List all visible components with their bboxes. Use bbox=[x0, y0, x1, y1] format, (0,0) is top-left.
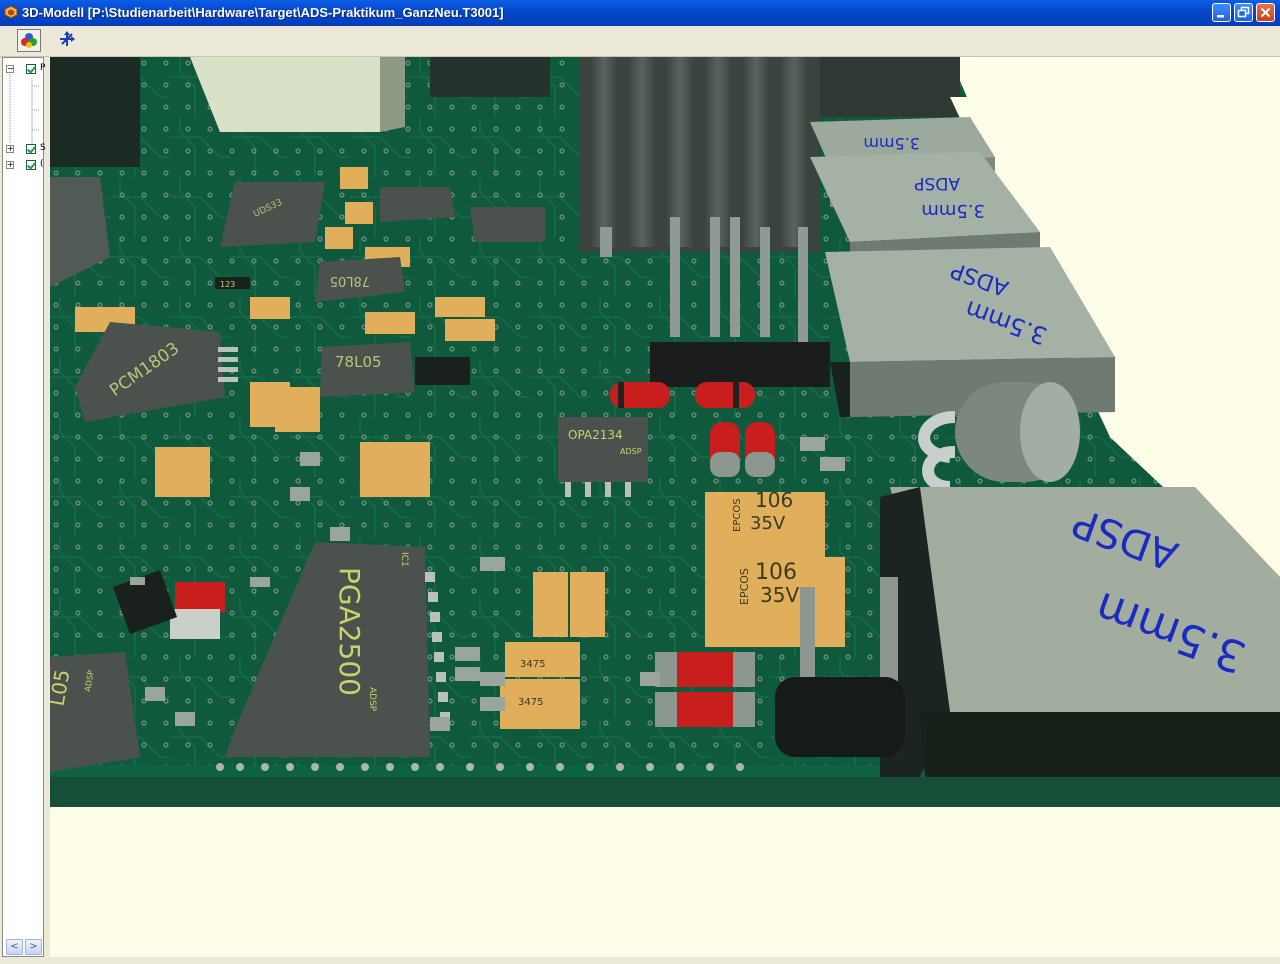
svg-text:PGA2500: PGA2500 bbox=[333, 567, 366, 696]
close-icon bbox=[1260, 7, 1271, 18]
window-title: 3D-Modell [P:\Studienarbeit\Hardware\Tar… bbox=[22, 5, 504, 20]
svg-text:ADSP: ADSP bbox=[914, 173, 960, 193]
pin-header bbox=[650, 342, 830, 387]
svg-text:ADSP: ADSP bbox=[367, 687, 377, 712]
svg-text:EPCOS: EPCOS bbox=[732, 498, 743, 532]
svg-text:78L05: 78L05 bbox=[335, 353, 382, 371]
scroll-left-button[interactable]: < bbox=[6, 939, 23, 955]
horizontal-scrollbar[interactable]: < > bbox=[4, 939, 42, 955]
restore-icon bbox=[1237, 6, 1250, 18]
minimize-icon bbox=[1217, 15, 1224, 18]
3d-viewport[interactable]: 3.5mm ADSP 3.5mm ADSP 3.5mm ADSP 3.5mm U… bbox=[50, 57, 1280, 957]
svg-text:35V: 35V bbox=[750, 513, 786, 534]
axis-view-button[interactable] bbox=[56, 29, 80, 52]
epcos-capacitor: 106 35V EPCOS bbox=[705, 488, 825, 557]
layer-tree-panel: − P + S + ( < > bbox=[2, 57, 46, 957]
toolbar bbox=[0, 26, 1280, 57]
diode bbox=[695, 382, 755, 408]
ic-chip bbox=[380, 187, 455, 222]
tree-item-label: ( bbox=[40, 159, 44, 169]
svg-text:OPA2134: OPA2134 bbox=[568, 428, 623, 442]
epcos-capacitor: 106 35V EPCOS bbox=[705, 557, 845, 647]
tree-lines bbox=[9, 72, 39, 144]
regulator-l05: L05 ADSP bbox=[50, 652, 140, 772]
svg-text:EPCOS: EPCOS bbox=[738, 568, 751, 605]
audio-jack: ADSP 3.5mm bbox=[880, 487, 1280, 777]
scroll-right-button[interactable]: > bbox=[25, 939, 42, 955]
connector-block bbox=[190, 57, 380, 132]
tree-checkbox[interactable] bbox=[26, 144, 36, 154]
svg-text:78L05: 78L05 bbox=[330, 273, 370, 288]
svg-text:123: 123 bbox=[220, 280, 235, 289]
svg-text:106: 106 bbox=[755, 560, 797, 585]
smd-red bbox=[175, 582, 225, 612]
close-button[interactable] bbox=[1256, 3, 1275, 22]
smd-resistors: 123 bbox=[215, 277, 250, 289]
color-layers-icon bbox=[21, 33, 37, 48]
ic-chip bbox=[470, 207, 545, 242]
app-icon bbox=[4, 5, 18, 19]
regulator-78l05: 78L05 bbox=[320, 342, 415, 397]
svg-text:106: 106 bbox=[755, 488, 793, 512]
diode bbox=[610, 382, 670, 408]
svg-text:35V: 35V bbox=[760, 583, 799, 607]
svg-text:3.5mm: 3.5mm bbox=[863, 134, 920, 153]
tree-item-label: S bbox=[40, 143, 46, 153]
ic-chip: UDS33 bbox=[220, 182, 325, 247]
svg-text:3475: 3475 bbox=[518, 697, 543, 708]
svg-text:3475: 3475 bbox=[520, 659, 545, 670]
window-bottom-border bbox=[0, 957, 1280, 964]
tree-expander[interactable]: + bbox=[6, 161, 14, 169]
pcb-3d-render: 3.5mm ADSP 3.5mm ADSP 3.5mm ADSP 3.5mm U… bbox=[50, 57, 1280, 807]
axis-view-icon bbox=[60, 31, 75, 46]
svg-text:IC1: IC1 bbox=[399, 552, 409, 567]
tree-checkbox[interactable] bbox=[26, 160, 36, 170]
title-bar[interactable]: 3D-Modell [P:\Studienarbeit\Hardware\Tar… bbox=[0, 0, 1280, 26]
minimize-button[interactable] bbox=[1212, 3, 1231, 22]
svg-text:3.5mm: 3.5mm bbox=[921, 200, 985, 221]
tree-expander[interactable]: + bbox=[6, 145, 14, 153]
maximize-button[interactable] bbox=[1234, 3, 1253, 22]
pcb-edge bbox=[50, 775, 1280, 807]
svg-text:ADSP: ADSP bbox=[620, 447, 642, 456]
color-layers-button[interactable] bbox=[17, 29, 41, 52]
